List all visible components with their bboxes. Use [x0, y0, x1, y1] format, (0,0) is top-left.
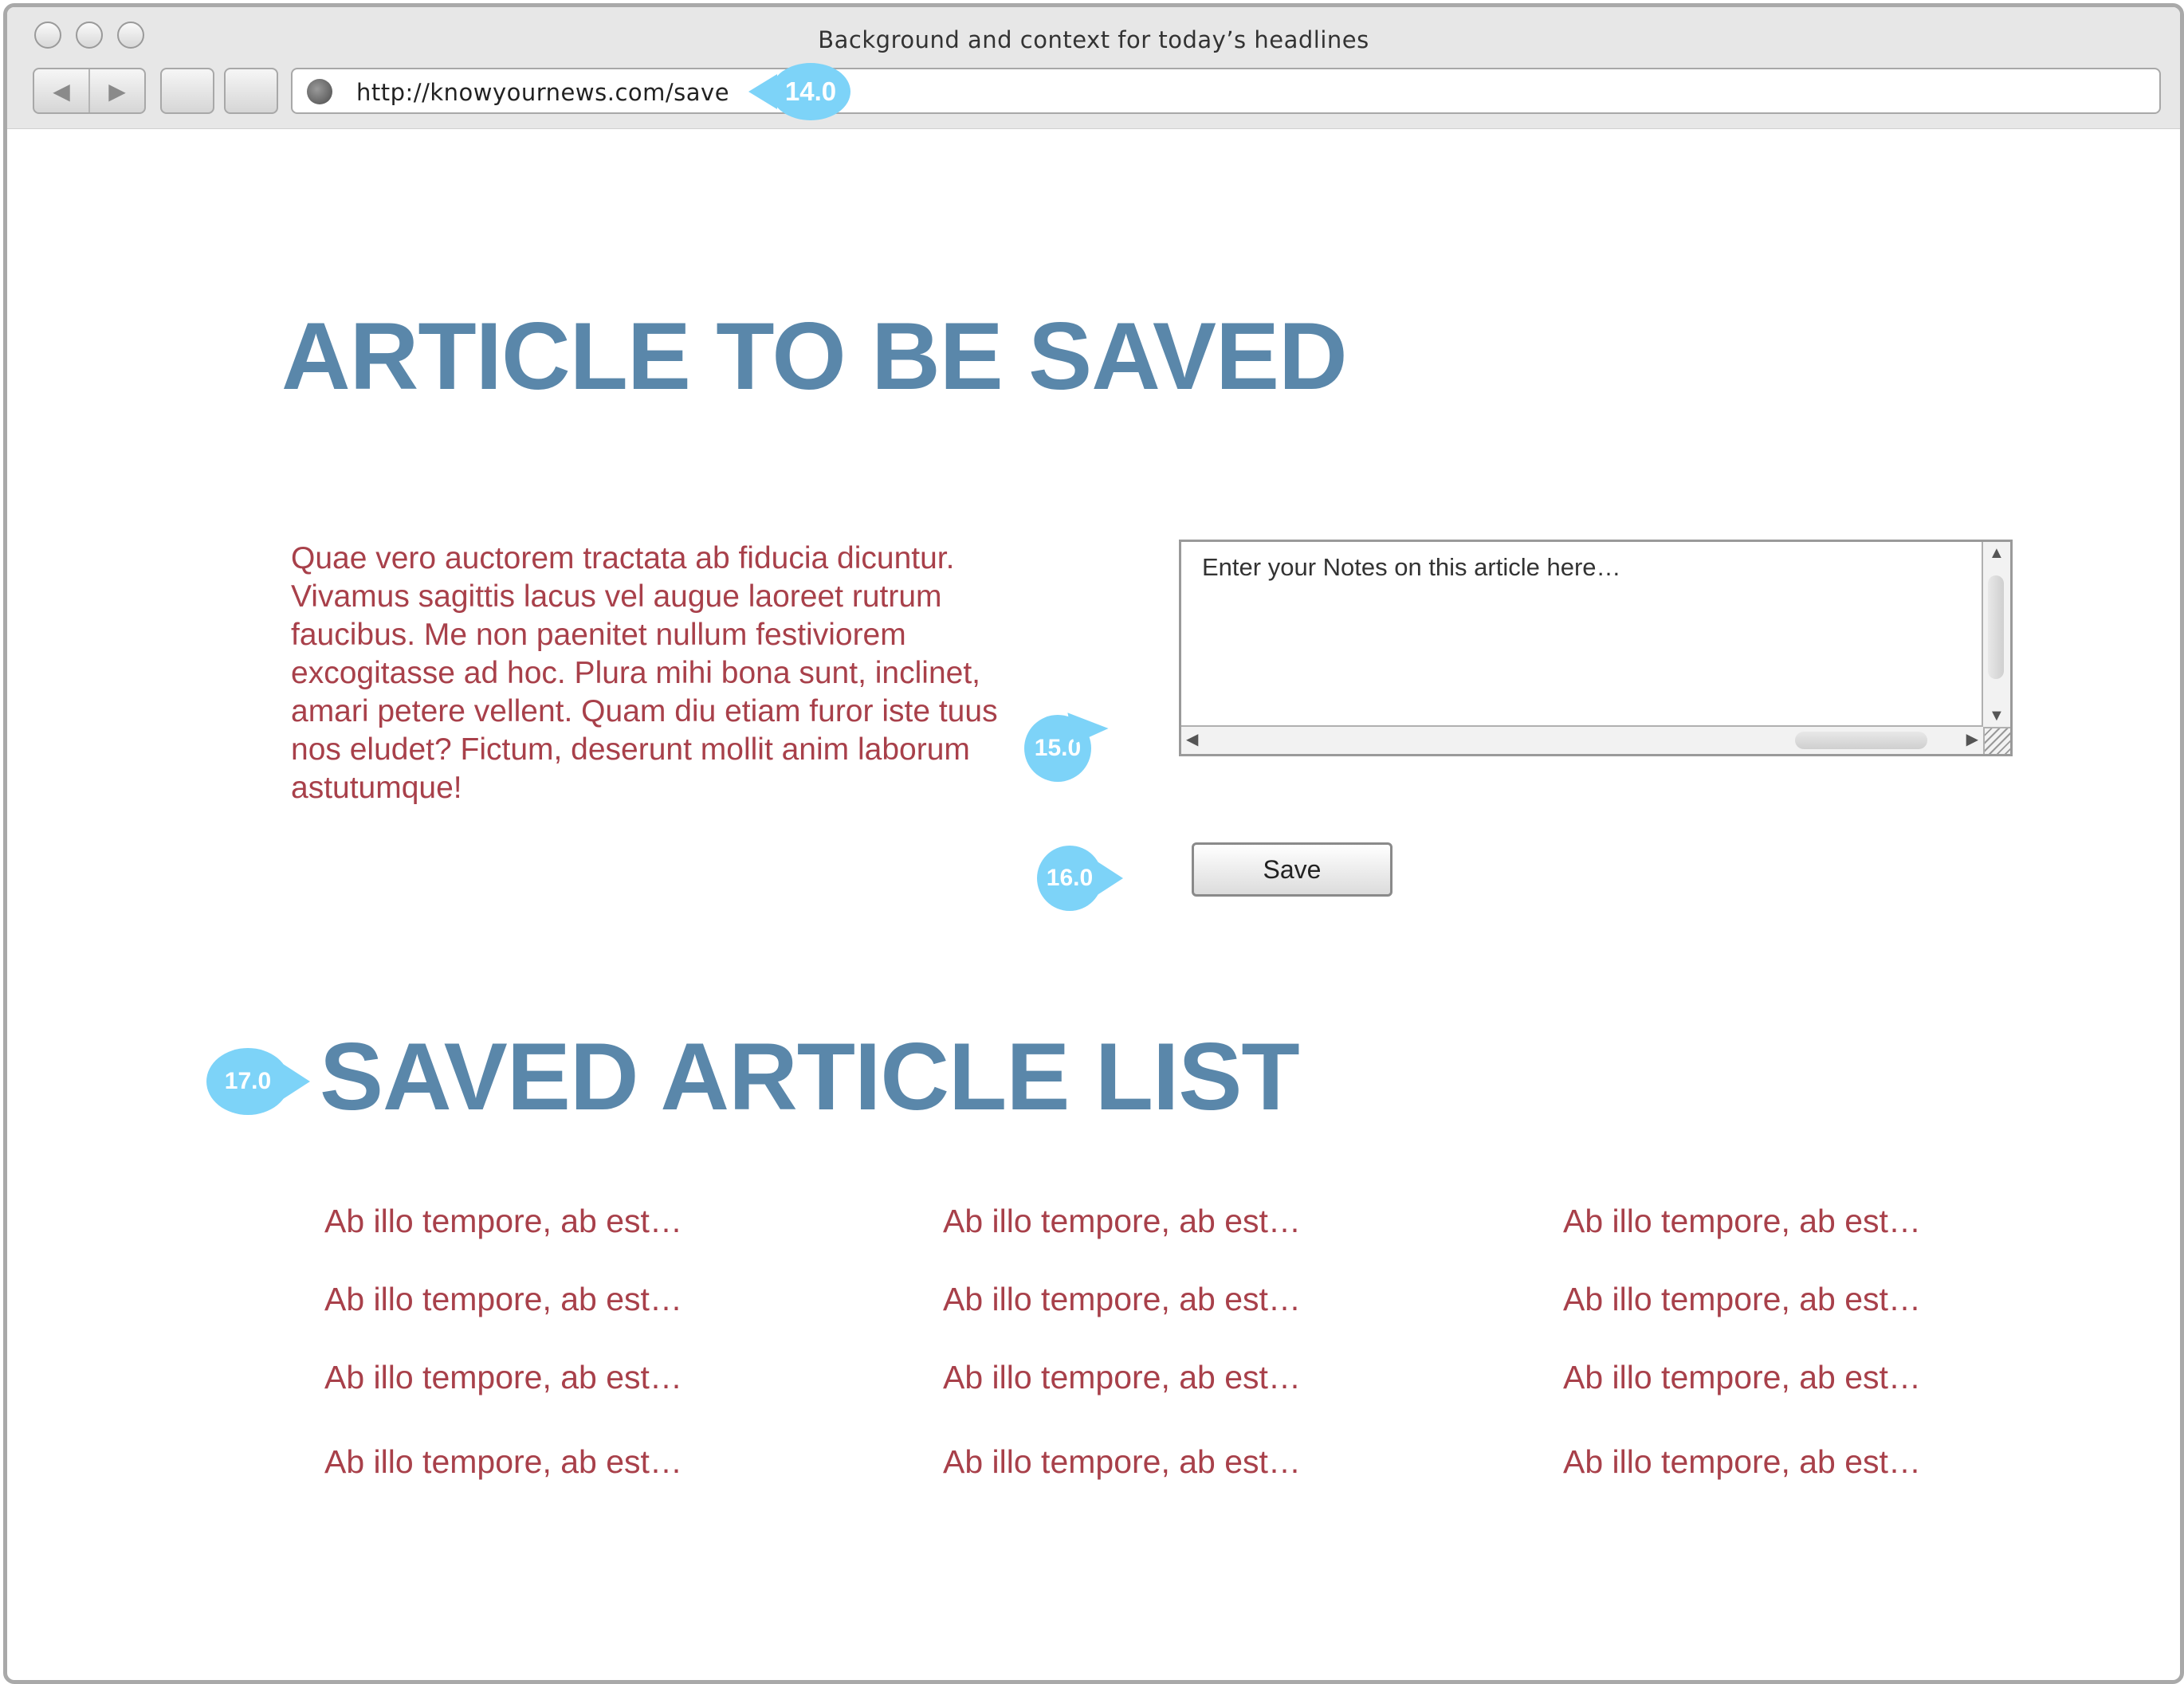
- vertical-scroll-thumb[interactable]: [1988, 575, 2004, 679]
- forward-button[interactable]: ▶: [88, 69, 144, 112]
- saved-article-list: Ab illo tempore, ab est… Ab illo tempore…: [324, 1203, 2158, 1537]
- back-button[interactable]: ◀: [34, 69, 88, 112]
- saved-article-link[interactable]: Ab illo tempore, ab est…: [1563, 1281, 1921, 1318]
- saved-article-link[interactable]: Ab illo tempore, ab est…: [943, 1281, 1301, 1318]
- horizontal-scrollbar[interactable]: ◀ ▶: [1181, 725, 1983, 754]
- article-body: Quae vero auctorem tractata ab fiducia d…: [291, 541, 998, 805]
- saved-article-link[interactable]: Ab illo tempore, ab est…: [324, 1203, 682, 1240]
- annotation-marker-list: 17.0: [206, 1048, 310, 1115]
- saved-article-link[interactable]: Ab illo tempore, ab est…: [943, 1443, 1301, 1481]
- browser-window: Background and context for today’s headl…: [3, 3, 2184, 1684]
- scroll-left-icon[interactable]: ◀: [1186, 732, 1198, 748]
- back-arrow-icon: ◀: [53, 78, 70, 104]
- url-text[interactable]: http://knowyournews.com/save: [356, 79, 729, 106]
- article-heading: ARTICLE TO BE SAVED: [281, 303, 1348, 410]
- saved-article-link[interactable]: Ab illo tempore, ab est…: [324, 1281, 682, 1318]
- toolbar-button-1[interactable]: [160, 68, 214, 114]
- window-title: Background and context for today’s headl…: [818, 26, 1369, 53]
- scroll-up-icon[interactable]: ▲: [1989, 545, 2005, 561]
- vertical-scrollbar[interactable]: ▲ ▼: [1982, 542, 2010, 727]
- horizontal-scroll-thumb[interactable]: [1795, 732, 1927, 749]
- notes-placeholder: Enter your Notes on this article here…: [1202, 553, 1621, 581]
- saved-article-link[interactable]: Ab illo tempore, ab est…: [324, 1359, 682, 1396]
- globe-icon: [307, 79, 332, 104]
- nav-button-group: ◀ ▶: [33, 68, 146, 114]
- save-button[interactable]: Save: [1192, 842, 1392, 897]
- address-bar[interactable]: http://knowyournews.com/save: [291, 68, 2161, 114]
- notes-textarea[interactable]: Enter your Notes on this article here… ▲…: [1179, 540, 2013, 756]
- saved-article-link[interactable]: Ab illo tempore, ab est…: [1563, 1203, 1921, 1240]
- annotation-marker-notes: 15.0: [1024, 715, 1091, 782]
- saved-article-link[interactable]: Ab illo tempore, ab est…: [1563, 1359, 1921, 1396]
- annotation-marker-save: 16.0: [1037, 846, 1123, 911]
- resize-grip-icon[interactable]: [1983, 727, 2010, 754]
- forward-arrow-icon: ▶: [108, 78, 126, 104]
- saved-list-heading: SAVED ARTICLE LIST: [320, 1023, 1300, 1130]
- annotation-marker-url: 14.0: [748, 63, 850, 120]
- browser-chrome: Background and context for today’s headl…: [7, 7, 2180, 129]
- scroll-right-icon[interactable]: ▶: [1966, 732, 1978, 748]
- saved-article-link[interactable]: Ab illo tempore, ab est…: [943, 1203, 1301, 1240]
- saved-article-link[interactable]: Ab illo tempore, ab est…: [943, 1359, 1301, 1396]
- saved-article-link[interactable]: Ab illo tempore, ab est…: [324, 1443, 682, 1481]
- toolbar-button-2[interactable]: [224, 68, 278, 114]
- saved-article-link[interactable]: Ab illo tempore, ab est…: [1563, 1443, 1921, 1481]
- scroll-down-icon[interactable]: ▼: [1989, 708, 2005, 724]
